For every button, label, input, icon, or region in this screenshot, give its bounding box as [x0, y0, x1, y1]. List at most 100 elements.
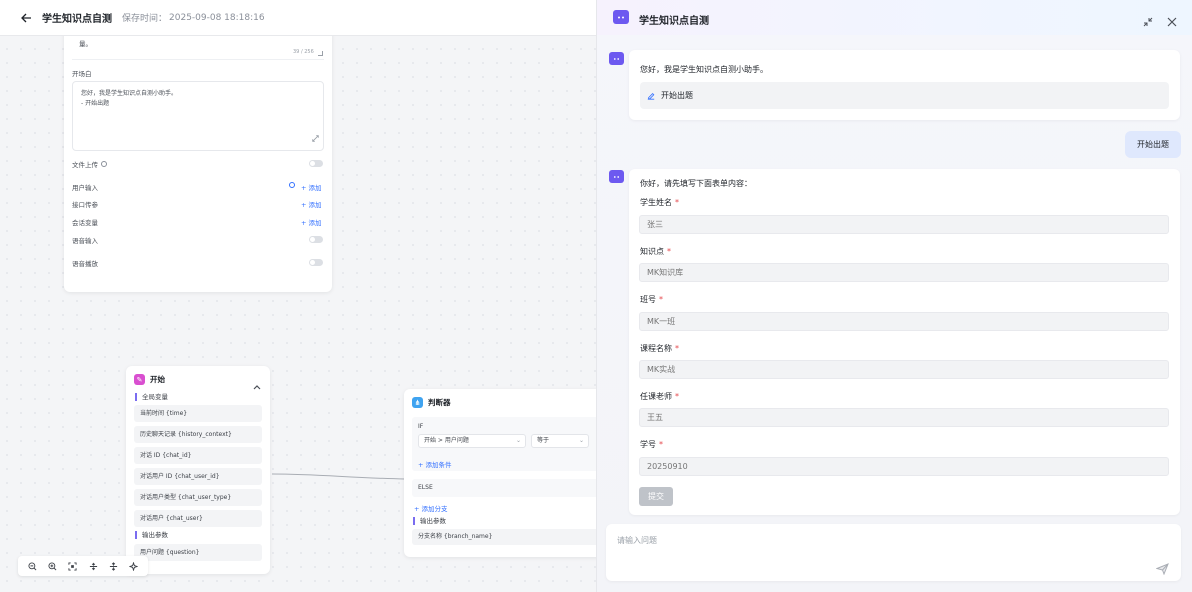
app-title: 学生知识点自测 [42, 14, 112, 25]
voice-play-label: 语音播放 [72, 260, 98, 268]
workflow-canvas[interactable]: 量。 39 / 256 开场白 您好，我是学生知识点自测小助手。 - 开始出题 … [0, 0, 596, 592]
course-name-input[interactable] [639, 360, 1169, 379]
student-name-input[interactable] [639, 215, 1169, 234]
submit-button[interactable]: 提交 [639, 487, 673, 506]
collapse-icon[interactable] [253, 375, 261, 394]
form-label-class-no: 班号 * [640, 294, 663, 305]
label-text: 学生姓名 [640, 198, 672, 207]
file-upload-label: 文件上传 [72, 161, 98, 169]
greeting-text: 您好，我是学生知识点自测小助手。 [640, 65, 768, 74]
chevron-down-icon: ⌄ [578, 437, 584, 444]
app-window: 量。 39 / 256 开场白 您好，我是学生知识点自测小助手。 - 开始出题 … [0, 0, 1192, 592]
var-field: 对话用户 ID {chat_user_id} [134, 468, 262, 485]
resize-handle-icon[interactable] [318, 51, 323, 56]
voice-play-toggle[interactable] [309, 259, 323, 266]
start-node-header: ✎ 开始 [134, 374, 165, 385]
file-upload-toggle[interactable] [309, 160, 323, 167]
expand-nodes-icon[interactable] [107, 560, 119, 572]
required-mark: * [659, 295, 663, 304]
voice-input-label: 语音输入 [72, 237, 98, 245]
zoom-in-icon[interactable] [46, 560, 58, 572]
required-mark: * [659, 440, 663, 449]
start-node-title: 开始 [150, 375, 165, 384]
expand-icon[interactable] [312, 127, 319, 146]
add-user-input-button[interactable]: + 添加 [301, 182, 322, 192]
auto-layout-icon[interactable] [128, 560, 140, 572]
file-upload-row: 文件上传 [72, 159, 107, 169]
question-field: 用户问题 {question} [134, 544, 262, 561]
add-session-var-button[interactable]: + 添加 [301, 217, 322, 227]
operator-select[interactable]: 等于 ⌄ [531, 434, 589, 448]
form-label-teacher: 任课老师 * [640, 391, 679, 402]
settings-icon[interactable] [289, 182, 295, 188]
form-label-course-name: 课程名称 * [640, 343, 679, 354]
greeting-message: 您好，我是学生知识点自测小助手。 开始出题 [629, 50, 1180, 120]
judge-node-icon: ⋔ [412, 397, 423, 408]
form-label-student-id: 学号 * [640, 439, 663, 450]
close-icon[interactable] [1167, 12, 1177, 31]
form-intro: 你好，请先填写下面表单内容： [640, 179, 752, 188]
chat-title: 学生知识点自测 [639, 16, 709, 27]
required-mark: * [675, 392, 679, 401]
var-field: 对话用户类型 {chat_user_type} [134, 489, 262, 506]
fit-view-icon[interactable] [67, 560, 79, 572]
else-branch [412, 479, 596, 497]
required-mark: * [667, 247, 671, 256]
send-icon[interactable] [1155, 560, 1169, 579]
branch-name-field: 分支名称 {branch_name} [412, 529, 596, 545]
opening-line-2: - 开始出题 [81, 100, 110, 107]
back-arrow-icon[interactable] [19, 11, 33, 25]
quick-question-button[interactable]: 开始出题 [640, 82, 1169, 109]
judge-output-label: 输出参数 [413, 517, 446, 525]
save-time-label: 保存时间： [122, 14, 168, 24]
condition-select[interactable]: 开始 > 用户问题 ⌄ [418, 434, 526, 448]
chevron-down-icon: ⌄ [515, 437, 521, 444]
minimize-icon[interactable] [1143, 12, 1153, 31]
bot-avatar-icon [609, 170, 624, 183]
char-counter: 39 / 256 [293, 49, 314, 55]
teacher-input[interactable] [639, 408, 1169, 427]
opening-line-1: 您好，我是学生知识点自测小助手。 [81, 90, 178, 97]
user-message: 开始出题 [1125, 131, 1181, 158]
editor-header: 学生知识点自测 保存时间： 2025-09-08 18:18:16 [0, 0, 596, 36]
judge-node[interactable]: ⋔ 判断器 IF 开始 > 用户问题 ⌄ 等于 ⌄ + 添加条件 ELSE + … [404, 389, 596, 557]
edit-icon [647, 92, 655, 100]
bot-avatar-icon [609, 52, 624, 65]
chat-input-placeholder: 请输入问题 [617, 536, 657, 545]
chat-input-box[interactable]: 请输入问题 [606, 524, 1181, 581]
info-icon [101, 161, 107, 167]
form-label-student-name: 学生姓名 * [640, 197, 679, 208]
label-text: 任课老师 [640, 392, 672, 401]
add-branch-button[interactable]: + 添加分支 [414, 503, 448, 513]
canvas-toolbar [18, 556, 148, 576]
opening-textarea[interactable]: 您好，我是学生知识点自测小助手。 - 开始出题 [72, 81, 324, 151]
collapse-nodes-icon[interactable] [87, 560, 99, 572]
bot-icon [613, 10, 629, 24]
label-text: 课程名称 [640, 344, 672, 353]
var-field: 历史聊天记录 {history_context} [134, 426, 262, 443]
judge-node-title: 判断器 [428, 398, 451, 407]
api-params-label: 接口传参 [72, 201, 98, 209]
add-condition-button[interactable]: + 添加条件 [418, 459, 452, 469]
judge-node-header: ⋔ 判断器 [412, 397, 451, 408]
user-message-text: 开始出题 [1137, 140, 1169, 149]
label-text: 学号 [640, 440, 656, 449]
start-output-label: 输出参数 [135, 531, 168, 539]
zoom-out-icon[interactable] [26, 560, 38, 572]
knowledge-point-input[interactable] [639, 263, 1169, 282]
else-label: ELSE [418, 484, 433, 491]
add-api-param-button[interactable]: + 添加 [301, 199, 322, 209]
user-input-label: 用户输入 [72, 184, 98, 192]
global-vars-label: 全局变量 [135, 393, 168, 401]
required-mark: * [675, 344, 679, 353]
var-field: 对话用户 {chat_user} [134, 510, 262, 527]
node-connector [271, 473, 406, 480]
voice-input-toggle[interactable] [309, 236, 323, 243]
class-no-input[interactable] [639, 312, 1169, 331]
operator-select-value: 等于 [537, 437, 550, 444]
session-vars-label: 会话变量 [72, 219, 98, 227]
chat-header: 学生知识点自测 [597, 0, 1192, 35]
student-id-input[interactable] [639, 457, 1169, 476]
app-config-panel: 量。 39 / 256 开场白 您好，我是学生知识点自测小助手。 - 开始出题 … [64, 20, 332, 292]
prologue-text-tail: 量。 [79, 40, 92, 48]
